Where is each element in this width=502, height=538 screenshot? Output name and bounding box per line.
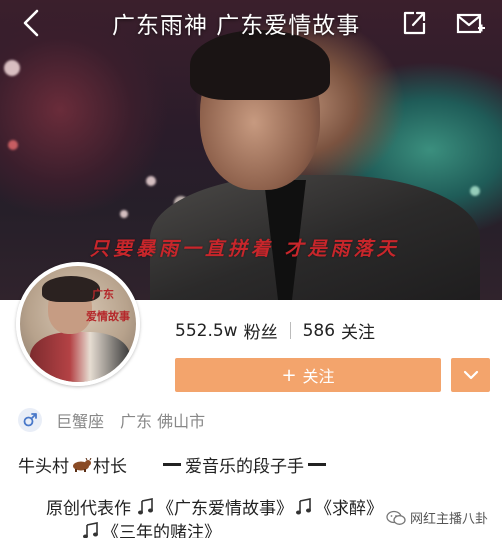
dash-right [308,463,326,466]
zodiac: 巨蟹座 [56,412,105,431]
music-note-icon [83,521,98,538]
song-1: 《广东爱情故事》 [157,499,293,519]
bio-title: 村长 [93,457,127,477]
following-label[interactable]: 关注 [341,318,375,343]
stats-divider [289,322,291,339]
following-count[interactable]: 586 [303,321,335,341]
avatar-text-bottom: 爱情故事 [86,310,130,323]
back-icon[interactable] [18,8,44,38]
bio-line-1: 牛头村 村长 爱音乐的段子手 [18,452,330,477]
share-icon[interactable] [400,9,428,37]
stats-row: 552.5w 粉丝 586 关注 [175,318,375,344]
top-navigation-bar: 广东雨神 广东爱情故事 [0,0,502,46]
recommend-dropdown-button[interactable] [451,358,490,392]
bio-village: 牛头村 [18,457,69,477]
follow-button[interactable]: + 关注 [175,358,441,392]
wechat-logo-icon [386,510,406,525]
chevron-down-icon [463,370,478,380]
bio-tagline: 爱音乐的段子手 [185,457,304,477]
fans-label[interactable]: 粉丝 [244,318,278,343]
fans-count[interactable]: 552.5w [175,321,238,341]
dash-left [163,463,181,466]
bio-line-2: 原创代表作 《广东爱情故事》 《求醉》 [46,494,383,519]
music-note-icon [296,497,311,514]
music-note-icon [138,497,153,514]
male-icon [18,408,42,432]
follow-button-label: 关注 [302,367,335,386]
bio-works-prefix: 原创代表作 [46,499,131,519]
watermark-text: 网红主播八卦 [410,512,489,527]
watermark: 网红主播八卦 [382,506,493,529]
bio-line-3: 《三年的赌注》 [80,518,221,538]
cow-icon [73,457,92,472]
mail-icon[interactable] [456,12,486,36]
plus-icon: + [281,364,297,386]
song-2: 《求醉》 [315,499,383,519]
page-title: 广东雨神 广东爱情故事 [112,13,361,39]
song-3: 《三年的赌注》 [102,523,221,538]
location: 广东 佛山市 [120,412,206,431]
avatar-jacket [30,332,130,382]
avatar[interactable]: 广东 爱情故事 [16,262,140,386]
banner-caption: 只要暴雨一直拼着 才是雨落天 [90,238,400,260]
avatar-text-top: 广东 [92,288,114,301]
profile-meta: 巨蟹座 广东 佛山市 [18,408,205,432]
